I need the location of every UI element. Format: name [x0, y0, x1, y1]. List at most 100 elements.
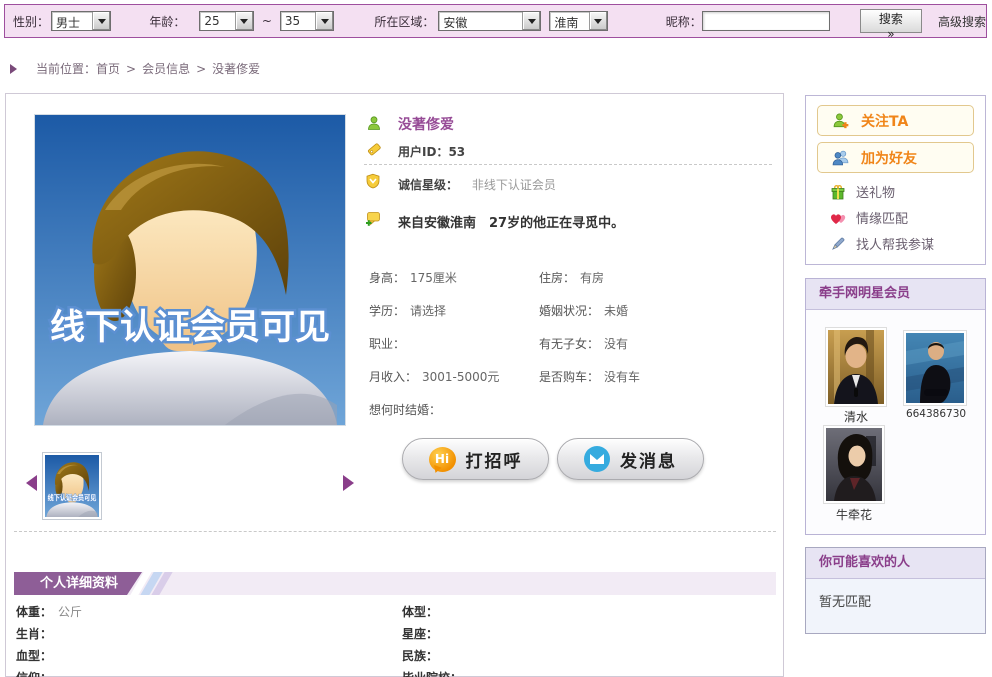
- member-name[interactable]: 664386730: [898, 408, 974, 420]
- integrity-label: 诚信星级：: [398, 178, 458, 192]
- search-bar: 性别： 男士 年龄： 25 ~ 35 所在区域： 安徽 淮南 昵称： 搜索 » …: [4, 4, 987, 38]
- member-icon: [366, 115, 382, 131]
- breadcrumb-arrow-icon: [10, 64, 22, 74]
- pd-school: 毕业院校：: [402, 669, 776, 677]
- personal-details-banner: 个人详细资料: [14, 572, 776, 595]
- chevron-down-icon[interactable]: [522, 12, 540, 30]
- chevron-down-icon[interactable]: [589, 12, 607, 30]
- age-from-select[interactable]: 25: [199, 11, 253, 31]
- prev-photo-arrow[interactable]: [26, 475, 37, 491]
- send-gift-link[interactable]: 送礼物: [830, 182, 895, 201]
- chat-plus-icon: [365, 210, 381, 226]
- detail-education: 学历：请选择: [369, 298, 539, 331]
- member-profile-page: 线下认证会员可见 性别： 男士 年龄： 25 ~ 35 所在区域： 安徽 淮南 …: [0, 0, 992, 677]
- pen-icon: [830, 236, 846, 252]
- city-value: 淮南: [550, 12, 588, 30]
- ask-advice-label: 找人帮我参谋: [856, 234, 934, 253]
- divider: [14, 531, 776, 532]
- pd-constellation: 星座：: [402, 625, 776, 647]
- user-id-value: 53: [448, 145, 465, 159]
- age-tilde: ~: [262, 14, 272, 28]
- detail-marry-when: 想何时结婚：: [369, 397, 539, 430]
- breadcrumb-current: 没著俢爱: [212, 60, 260, 77]
- match-label: 情缘匹配: [856, 208, 908, 227]
- province-value: 安徽: [439, 12, 522, 30]
- add-friend-label: 加为好友: [861, 148, 917, 168]
- pd-ethnicity: 民族：: [402, 647, 776, 669]
- actions-panel: 关注TA 加为好友 送礼物: [805, 95, 986, 265]
- user-id-label: 用户ID：: [398, 145, 448, 159]
- hearts-icon: [830, 210, 846, 226]
- nickname-label: 昵称：: [666, 13, 702, 30]
- suggestions-title: 你可能喜欢的人: [806, 548, 985, 579]
- chevron-down-icon[interactable]: [92, 12, 110, 30]
- follow-button[interactable]: 关注TA: [817, 105, 974, 136]
- say-hi-label: 打招呼: [466, 447, 523, 472]
- region-label: 所在区域：: [374, 13, 434, 30]
- member-photo[interactable]: [825, 327, 887, 407]
- gift-icon: [830, 184, 846, 200]
- age-from-value: 25: [200, 12, 234, 30]
- age-to-value: 35: [281, 12, 315, 30]
- chevron-down-icon[interactable]: [235, 12, 253, 30]
- say-hi-button[interactable]: Hi 打招呼: [402, 438, 549, 480]
- suggestions-empty: 暂无匹配: [806, 579, 985, 610]
- advanced-search-link[interactable]: 高级搜索: [938, 13, 986, 30]
- friends-icon: [832, 149, 849, 166]
- gender-select[interactable]: 男士: [51, 11, 111, 31]
- detail-empty: [539, 397, 779, 430]
- age-to-select[interactable]: 35: [280, 11, 334, 31]
- send-message-button[interactable]: 发消息: [557, 438, 704, 480]
- star-members-panel: 牵手网明星会员 清水: [805, 278, 986, 535]
- profile-card: 没著俢爱 用户ID：53 诚信星级： 非线下认证会员: [5, 93, 784, 677]
- member-name: 没著俢爱: [398, 114, 454, 134]
- integrity-row: 诚信星级： 非线下认证会员: [398, 176, 556, 193]
- member-name[interactable]: 清水: [821, 408, 891, 425]
- pd-weight: 体重：公斤: [16, 603, 402, 625]
- breadcrumb-home-link[interactable]: 首页: [96, 60, 120, 77]
- detail-income: 月收入：3001-5000元: [369, 364, 539, 397]
- chevron-down-icon[interactable]: [315, 12, 333, 30]
- profile-details: 身高：175厘米 住房：有房 学历：请选择 婚姻状况：未婚 职业： 有无子女：没…: [369, 265, 779, 430]
- city-select[interactable]: 淮南: [549, 11, 607, 31]
- divider: [364, 164, 772, 165]
- suggestions-panel: 你可能喜欢的人 暂无匹配: [805, 547, 986, 634]
- star-members-title: 牵手网明星会员: [806, 279, 985, 310]
- follow-label: 关注TA: [861, 111, 908, 131]
- envelope-icon: [584, 446, 610, 472]
- breadcrumb-separator: >: [126, 62, 136, 76]
- profile-photo: [34, 114, 346, 426]
- photo-thumbnail[interactable]: [42, 452, 102, 520]
- gender-select-value: 男士: [52, 12, 92, 30]
- personal-details-grid: 体重：公斤 体型： 生肖： 星座： 血型： 民族： 信仰： 毕业院校：: [16, 603, 776, 677]
- match-link[interactable]: 情缘匹配: [830, 208, 908, 227]
- ask-advice-link[interactable]: 找人帮我参谋: [830, 234, 934, 253]
- next-photo-arrow[interactable]: [343, 475, 354, 491]
- detail-children: 有无子女：没有: [539, 331, 779, 364]
- member-name[interactable]: 牛牵花: [819, 506, 889, 523]
- detail-height: 身高：175厘米: [369, 265, 539, 298]
- follow-person-icon: [832, 112, 849, 129]
- search-button[interactable]: 搜索 »: [860, 9, 922, 33]
- nickname-input[interactable]: [702, 11, 830, 31]
- province-select[interactable]: 安徽: [438, 11, 541, 31]
- send-gift-label: 送礼物: [856, 182, 895, 201]
- member-photo[interactable]: [903, 330, 967, 406]
- integrity-shield-icon: [365, 173, 381, 189]
- send-message-label: 发消息: [620, 447, 677, 472]
- pd-faith: 信仰：: [16, 669, 402, 677]
- pd-bloodtype: 血型：: [16, 647, 402, 669]
- member-summary: 来自安徽淮南 27岁的他正在寻觅中。: [398, 212, 624, 231]
- breadcrumb-members-link[interactable]: 会员信息: [142, 60, 190, 77]
- detail-car: 是否购车：没有车: [539, 364, 779, 397]
- detail-housing: 住房：有房: [539, 265, 779, 298]
- hi-bubble-icon: Hi: [429, 447, 456, 472]
- pd-zodiac: 生肖：: [16, 625, 402, 647]
- pd-bodytype: 体型：: [402, 603, 776, 625]
- add-friend-button[interactable]: 加为好友: [817, 142, 974, 173]
- integrity-value: 非线下认证会员: [472, 178, 556, 192]
- member-photo[interactable]: [823, 425, 885, 504]
- tag-icon: [366, 141, 382, 157]
- breadcrumb-label: 当前位置：: [36, 60, 96, 77]
- detail-occupation: 职业：: [369, 331, 539, 364]
